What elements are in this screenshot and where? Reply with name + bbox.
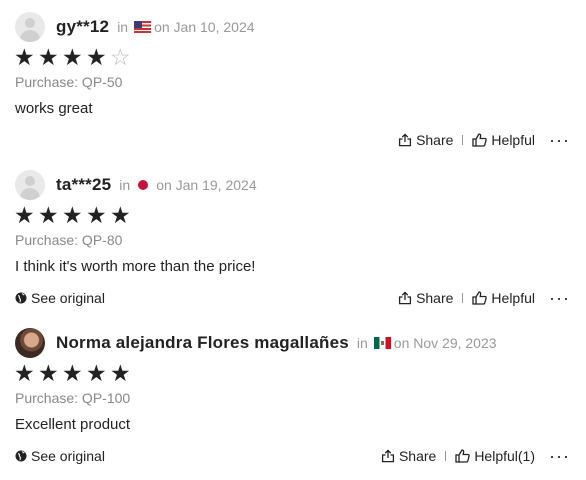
avatar[interactable] (15, 328, 45, 358)
more-options-icon[interactable]: ··· (549, 131, 570, 149)
helpful-button[interactable]: Helpful (472, 132, 535, 148)
flag-us-icon (134, 21, 152, 33)
review-text: works great (15, 100, 93, 117)
star-empty-icon: ☆ (110, 44, 131, 70)
thumbs-up-icon (455, 449, 471, 463)
review-meta: in on Jan 10, 2024 (117, 19, 254, 35)
review-text: I think it's worth more than the price! (15, 258, 256, 275)
share-label: Share (416, 290, 454, 306)
star-filled-icon: ★ (86, 44, 107, 70)
purchase-info: Purchase: QP-80 (15, 232, 123, 248)
star-filled-icon: ★ (14, 360, 35, 386)
flag-mx-icon (373, 337, 391, 349)
review-meta: in on Jan 19, 2024 (119, 177, 256, 193)
review-meta: in on Nov 29, 2023 (357, 335, 497, 351)
helpful-label: Helpful (491, 290, 536, 306)
share-label: Share (398, 448, 437, 464)
divider (462, 293, 464, 303)
share-icon (398, 291, 412, 305)
star-filled-icon: ★ (110, 202, 131, 228)
star-filled-icon: ★ (14, 44, 35, 70)
see-original-button[interactable]: See original (15, 446, 105, 466)
more-options-icon[interactable]: ··· (549, 447, 570, 465)
share-button[interactable]: Share (381, 448, 436, 464)
helpful-button[interactable]: Helpful (472, 290, 535, 306)
purchase-info: Purchase: QP-100 (15, 390, 131, 406)
star-rating: ★ ★ ★ ★ ☆ (14, 45, 134, 69)
reviewer-name: Norma alejandra Flores magallañes (56, 333, 349, 352)
review-header: ta***25 in on Jan 19, 2024 (15, 170, 257, 200)
star-filled-icon: ★ (86, 202, 107, 228)
review-actions: Share Helpful ··· (398, 288, 570, 308)
share-label: Share (416, 132, 454, 148)
flag-jp-icon (138, 180, 149, 190)
review-actions: Share Helpful(1) ··· (381, 446, 570, 466)
review-date: on Jan 10, 2024 (154, 19, 255, 35)
share-icon (398, 133, 412, 147)
see-original-button[interactable]: See original (15, 288, 105, 308)
review-header: gy**12 in on Jan 10, 2024 (15, 12, 255, 42)
purchase-info: Purchase: QP-50 (15, 74, 123, 90)
see-original-label: See original (31, 448, 105, 464)
helpful-button[interactable]: Helpful(1) (455, 448, 535, 464)
review-date: on Nov 29, 2023 (393, 335, 497, 351)
star-filled-icon: ★ (62, 202, 83, 228)
star-filled-icon: ★ (110, 360, 131, 386)
star-filled-icon: ★ (86, 360, 107, 386)
thumbs-up-icon (472, 291, 488, 305)
review-text: Excellent product (15, 416, 131, 433)
globe-icon (15, 450, 27, 462)
share-button[interactable]: Share (398, 132, 453, 148)
share-button[interactable]: Share (398, 290, 453, 306)
more-options-icon[interactable]: ··· (549, 289, 570, 307)
star-rating: ★ ★ ★ ★ ★ (14, 361, 134, 385)
helpful-label: Helpful (491, 132, 536, 148)
see-original-label: See original (31, 290, 105, 306)
star-filled-icon: ★ (38, 360, 59, 386)
star-filled-icon: ★ (62, 44, 83, 70)
star-filled-icon: ★ (38, 44, 59, 70)
review-date: on Jan 19, 2024 (156, 177, 257, 193)
thumbs-up-icon (472, 133, 488, 147)
share-icon (381, 449, 395, 463)
in-label: in (117, 19, 129, 35)
avatar[interactable] (15, 170, 45, 200)
divider (445, 451, 447, 461)
divider (462, 135, 464, 145)
helpful-label: Helpful(1) (474, 448, 536, 464)
review-actions: Share Helpful ··· (398, 130, 570, 150)
in-label: in (356, 335, 368, 351)
star-filled-icon: ★ (14, 202, 35, 228)
reviewer-name: ta***25 (56, 175, 112, 194)
in-label: in (119, 177, 131, 193)
review-header: Norma alejandra Flores magallañes in on … (15, 328, 497, 358)
avatar[interactable] (15, 12, 45, 42)
star-filled-icon: ★ (38, 202, 59, 228)
star-rating: ★ ★ ★ ★ ★ (14, 203, 134, 227)
globe-icon (15, 292, 27, 304)
star-filled-icon: ★ (62, 360, 83, 386)
reviewer-name: gy**12 (56, 17, 110, 36)
